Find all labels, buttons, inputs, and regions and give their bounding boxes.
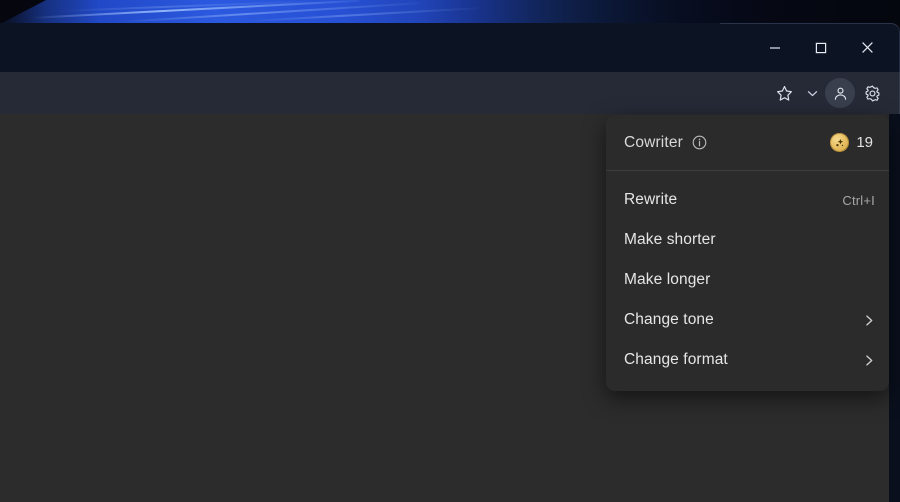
desktop-wallpaper (0, 0, 900, 24)
coin-icon (830, 133, 850, 152)
star-icon (776, 85, 792, 101)
menu-item-shortcut: Ctrl+I (842, 192, 875, 208)
cowriter-menu-list: Rewrite Ctrl+I Make shorter Make longer … (606, 171, 889, 391)
wallpaper-fade (420, 0, 900, 24)
gear-icon (865, 84, 879, 102)
chevron-down-icon (807, 90, 817, 96)
favorites-button[interactable] (769, 78, 799, 108)
close-icon (861, 42, 873, 53)
profile-button[interactable] (825, 78, 855, 108)
browser-toolbar (0, 72, 900, 114)
menu-item-make-shorter[interactable]: Make shorter (606, 220, 889, 260)
settings-button[interactable] (857, 78, 887, 108)
maximize-button[interactable] (798, 30, 844, 66)
credits-indicator[interactable]: 19 (830, 133, 873, 152)
wallpaper-corner-shadow (0, 0, 46, 24)
screen: Cowriter 19 Rewrite Ctrl+I Make shorter … (0, 0, 900, 502)
chevron-right-icon (864, 313, 875, 328)
menu-item-change-format[interactable]: Change format (606, 340, 889, 380)
credits-count: 19 (856, 134, 873, 151)
person-icon (834, 87, 846, 100)
close-button[interactable] (844, 30, 890, 66)
menu-item-rewrite[interactable]: Rewrite Ctrl+I (606, 180, 889, 220)
menu-item-make-longer[interactable]: Make longer (606, 260, 889, 300)
chevron-right-icon (864, 353, 875, 368)
toolbar-actions (769, 72, 887, 114)
window-controls (752, 23, 890, 72)
cowriter-menu: Cowriter 19 Rewrite Ctrl+I Make shorter … (606, 115, 889, 391)
cowriter-title: Cowriter (624, 133, 683, 151)
minimize-button[interactable] (752, 30, 798, 66)
maximize-icon (815, 42, 827, 53)
menu-item-change-tone[interactable]: Change tone (606, 300, 889, 340)
menu-item-label: Change tone (624, 311, 714, 328)
menu-item-label: Make shorter (624, 231, 716, 248)
collections-dropdown-button[interactable] (801, 78, 823, 108)
menu-item-label: Make longer (624, 271, 711, 288)
menu-item-label: Change format (624, 351, 728, 368)
minimize-icon (770, 46, 780, 49)
window-right-edge (889, 114, 900, 502)
menu-item-label: Rewrite (624, 191, 678, 208)
info-icon[interactable] (692, 135, 707, 150)
cowriter-menu-header: Cowriter 19 (606, 115, 889, 170)
title-bar (0, 23, 900, 72)
